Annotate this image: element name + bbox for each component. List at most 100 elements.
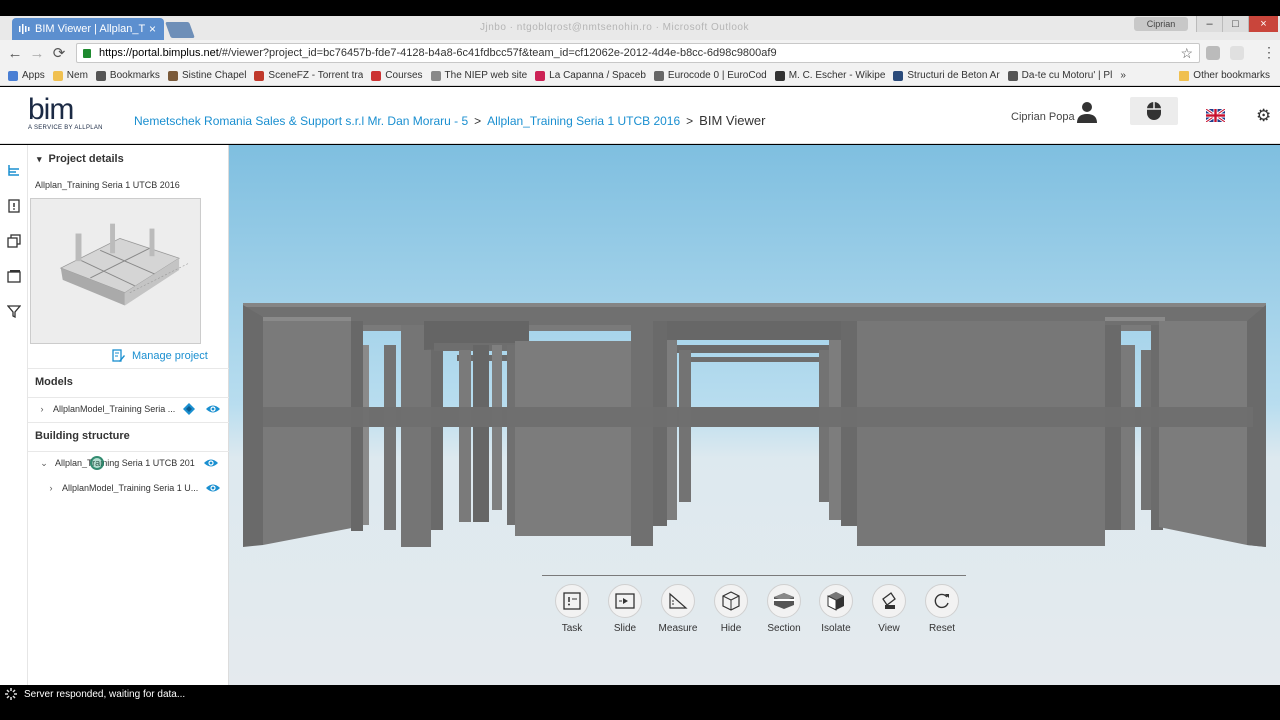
building-subtree-row[interactable]: › AllplanModel_Training Seria 1 U... [28, 479, 229, 497]
tab-close-icon[interactable]: × [149, 22, 156, 36]
back-icon[interactable]: ← [4, 45, 26, 62]
tool-label: Task [561, 623, 583, 634]
manage-project-label: Manage project [132, 349, 208, 362]
reset-tool-button[interactable]: Reset [916, 584, 968, 642]
isolate-tool-button[interactable]: Isolate [810, 584, 862, 642]
os-top-bar [0, 0, 1280, 16]
bookmark-favicon-icon [430, 70, 441, 81]
extension-icons [1206, 46, 1244, 60]
bookmark-label: Da-te cu Motoru' | Pl [1021, 70, 1113, 81]
bookmark-favicon-icon [52, 70, 63, 81]
bookmark-item[interactable]: Structuri de Beton Ar [893, 70, 1000, 81]
bookmark-item[interactable]: Courses [371, 70, 423, 81]
status-message: Server responded, waiting for data... [24, 689, 186, 700]
isolate-icon [819, 584, 853, 618]
project-details-header[interactable]: ▾ Project details [37, 153, 124, 165]
bim-logo[interactable]: bim A SERVICE BY ALLPLAN [28, 95, 108, 137]
bookmark-favicon-icon [774, 70, 785, 81]
user-name[interactable]: Ciprian Popa [1011, 111, 1075, 123]
slides-icon[interactable] [7, 269, 21, 283]
project-name: Allplan_Training Seria 1 UTCB 2016 [35, 180, 180, 190]
manage-project-link[interactable]: Manage project [112, 349, 208, 362]
hide-icon [714, 584, 748, 618]
bookmark-label: The NIEP web site [444, 70, 528, 81]
bookmarks-overflow-button[interactable]: » [1120, 70, 1126, 81]
tool-label: Measure [658, 623, 698, 634]
documents-icon[interactable] [7, 234, 21, 248]
bookmark-item[interactable]: Apps [8, 70, 45, 81]
bookmark-item[interactable]: SceneFZ - Torrent tra [254, 70, 363, 81]
settings-gear-icon[interactable]: ⚙ [1256, 106, 1271, 126]
tool-label: Isolate [821, 623, 851, 634]
issues-icon[interactable] [7, 199, 21, 213]
models-title: Models [35, 376, 73, 388]
bookmark-item[interactable]: The NIEP web site [430, 70, 528, 81]
visibility-eye-icon[interactable] [203, 457, 219, 469]
tool-label: View [878, 623, 900, 634]
chevron-down-icon[interactable]: ⌄ [37, 458, 51, 469]
browser-menu-icon[interactable]: ⋮ [1262, 44, 1276, 61]
model-tree-row[interactable]: › AllplanModel_Training Seria ... [28, 400, 229, 418]
bookmark-favicon-icon [653, 70, 664, 81]
tool-label: Reset [928, 623, 956, 634]
navigation-mode-button[interactable] [1130, 97, 1178, 125]
layers-icon[interactable] [182, 402, 196, 416]
hide-tool-button[interactable]: Hide [705, 584, 757, 642]
bookmark-label: SceneFZ - Torrent tra [268, 70, 364, 81]
bookmark-label: Sistine Chapel [181, 70, 247, 81]
breadcrumb-team-link[interactable]: Nemetschek Romania Sales & Support s.r.l… [134, 114, 468, 128]
new-tab-button[interactable] [165, 22, 195, 38]
bookmark-label: La Capanna / Spaceb [549, 70, 646, 81]
uk-flag-icon[interactable] [1206, 109, 1225, 122]
app-header: bim A SERVICE BY ALLPLAN Nemetschek Roma… [0, 87, 1280, 144]
bookmark-item[interactable]: Sistine Chapel [167, 70, 247, 81]
visibility-eye-icon[interactable] [205, 403, 221, 415]
measure-icon [661, 584, 695, 618]
bookmark-star-icon[interactable]: ☆ [1180, 45, 1193, 62]
bookmark-item[interactable]: La Capanna / Spaceb [535, 70, 646, 81]
edit-icon [112, 349, 125, 362]
chevron-right-icon[interactable]: › [35, 404, 49, 414]
section-tool-button[interactable]: Section [758, 584, 810, 642]
filter-icon[interactable] [7, 304, 21, 318]
loading-spinner-icon [5, 688, 17, 700]
project-tree-icon[interactable] [7, 164, 21, 178]
section-icon [767, 584, 801, 618]
breadcrumb-project-link[interactable]: Allplan_Training Seria 1 UTCB 2016 [487, 114, 680, 128]
bookmark-item[interactable]: Bookmarks [95, 70, 160, 81]
bookmark-favicon-icon [535, 70, 546, 81]
bookmark-item[interactable]: M. C. Escher - Wikipe [774, 70, 885, 81]
visibility-eye-icon[interactable] [205, 482, 221, 494]
bookmark-item[interactable]: Da-te cu Motoru' | Pl [1007, 70, 1113, 81]
building-tree-row[interactable]: ⌄ Allplan_Training Seria 1 UTCB 2016 [28, 454, 229, 472]
bim-favicon-icon [19, 24, 30, 34]
project-thumbnail[interactable] [30, 198, 201, 344]
forward-icon[interactable]: → [26, 45, 48, 62]
url-path: /#/viewer?project_id=bc76457b-fde7-4128-… [218, 47, 777, 59]
other-bookmarks-folder[interactable]: Other bookmarks [1179, 70, 1270, 81]
minimize-button[interactable]: – [1196, 16, 1222, 32]
bookmark-item[interactable]: Eurocode 0 | EuroCod [653, 70, 767, 81]
close-window-button[interactable]: × [1248, 16, 1278, 32]
tool-label: Slide [613, 623, 637, 634]
view-tool-button[interactable]: View [863, 584, 915, 642]
user-avatar-icon[interactable] [1074, 99, 1100, 125]
extension-icon[interactable] [1206, 46, 1220, 60]
extension-icon[interactable] [1230, 46, 1244, 60]
reload-icon[interactable]: ⟳ [48, 44, 70, 62]
view-icon [872, 584, 906, 618]
browser-tab-active[interactable]: BIM Viewer | Allplan_Tra × [12, 18, 164, 40]
slide-tool-button[interactable]: Slide [599, 584, 651, 642]
window-user-badge[interactable]: Ciprian [1134, 17, 1188, 31]
bookmark-label: Eurocode 0 | EuroCod [667, 70, 767, 81]
url-input[interactable]: https://portal.bimplus.net/#/viewer?proj… [76, 43, 1200, 63]
bookmark-item[interactable]: Nem [52, 70, 88, 81]
breadcrumb-separator: > [474, 113, 482, 128]
bookmark-favicon-icon [8, 70, 18, 81]
task-tool-button[interactable]: Task [546, 584, 598, 642]
bookmark-favicon-icon [1007, 70, 1018, 81]
maximize-button[interactable]: □ [1222, 16, 1248, 32]
chevron-right-icon[interactable]: › [44, 483, 58, 493]
3d-viewport[interactable]: Task Slide Measure Hide Section Isolate View Re… [229, 145, 1280, 685]
measure-tool-button[interactable]: Measure [652, 584, 704, 642]
